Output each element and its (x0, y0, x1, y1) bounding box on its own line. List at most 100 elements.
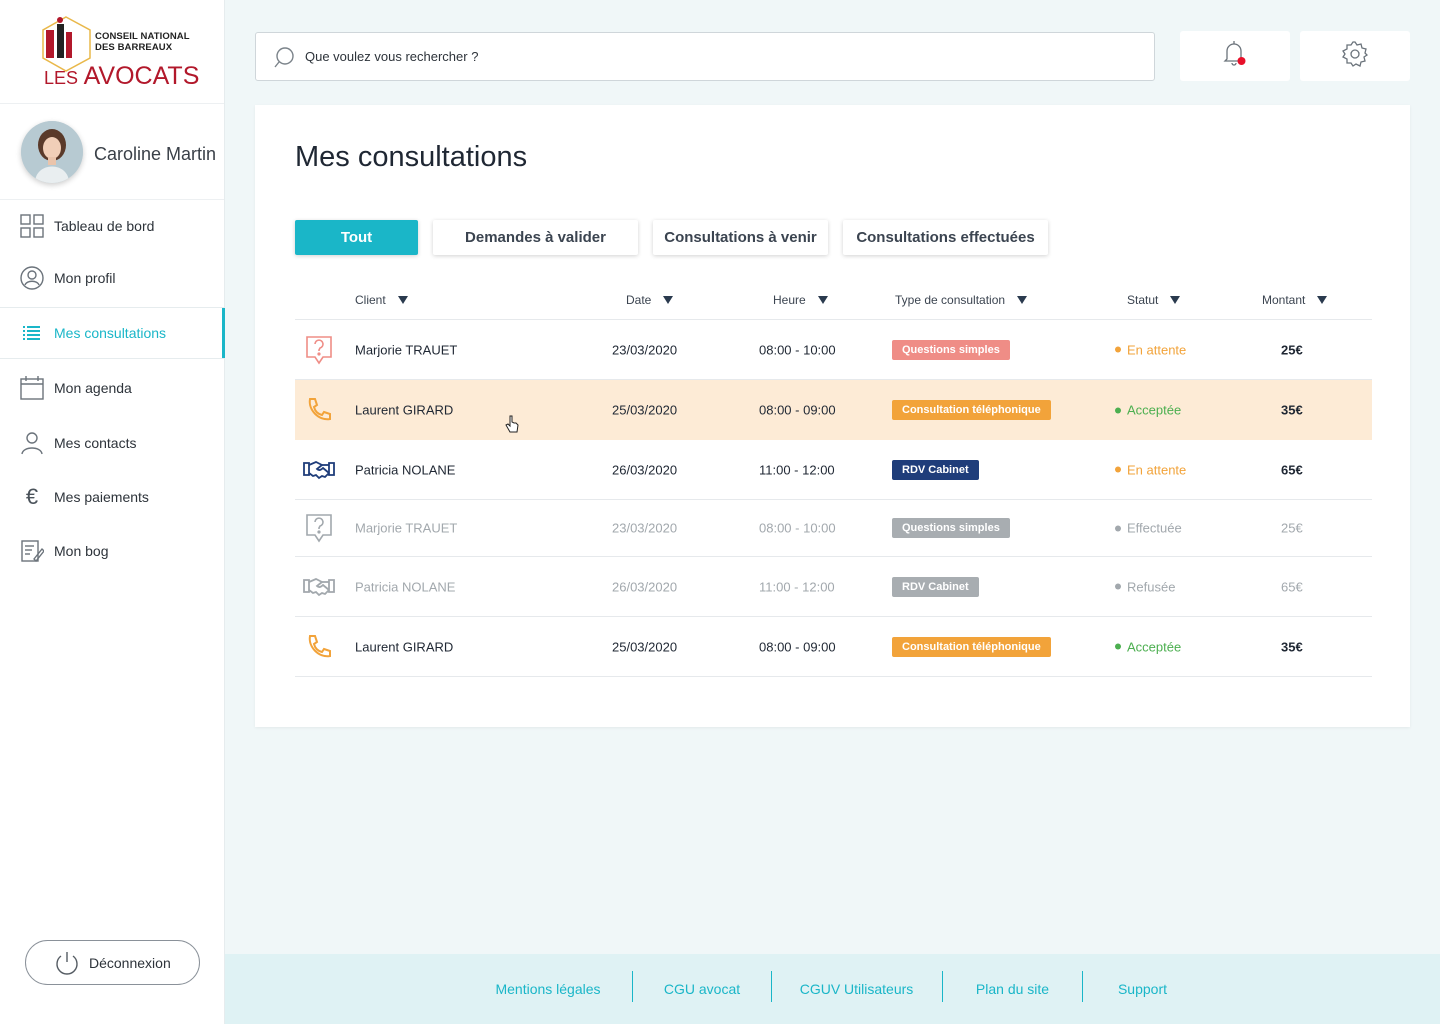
footer-divider (942, 971, 943, 1002)
client-name[interactable]: Patricia NOLANE (355, 462, 455, 477)
table-row[interactable]: Laurent GIRARD 25/03/2020 08:00 - 09:00 Con… (295, 617, 1372, 677)
sidebar-item-mon-bog[interactable]: Mon bog (0, 524, 224, 578)
status-dot-icon (1115, 525, 1121, 531)
footer-divider (771, 971, 772, 1002)
sidebar-item-mes-consultations[interactable]: Mes consultations (0, 308, 225, 358)
search-bar[interactable] (255, 32, 1155, 81)
sidebar-item-label: Mon profil (54, 270, 116, 286)
status-badge: En attente (1115, 342, 1186, 357)
client-name[interactable]: Laurent GIRARD (355, 639, 453, 654)
column-label: Client (355, 293, 386, 307)
sidebar-item-mes-paiements[interactable]: € Mes paiements (0, 470, 224, 524)
dashboard-icon (19, 213, 45, 239)
handshake-icon (303, 571, 335, 603)
consultation-date: 23/03/2020 (612, 520, 678, 536)
gear-icon (1342, 40, 1369, 72)
tab-tout[interactable]: Tout (295, 220, 418, 255)
sidebar-item-mon-agenda[interactable]: Mon agenda (0, 360, 224, 416)
tab-consultations-effectuees[interactable]: Consultations effectuées (843, 220, 1048, 255)
consultation-date: 25/03/2020 (612, 639, 678, 654)
logo-line-1: CONSEIL NATIONAL (95, 31, 190, 42)
consultation-date: 26/03/2020 (612, 579, 678, 594)
status-dot-icon (1115, 583, 1121, 590)
column-heure[interactable]: Heure (773, 293, 828, 307)
table-row[interactable]: Patricia NOLANE 26/03/2020 11:00 - 12:00 RD… (295, 440, 1372, 500)
notifications-button[interactable] (1180, 31, 1290, 81)
sidebar-item-mon-profil[interactable]: Mon profil (0, 252, 224, 304)
column-date[interactable]: Date (626, 293, 674, 307)
filter-tabs: Tout Demandes à valider Consultations à … (295, 220, 1063, 255)
search-input[interactable] (256, 33, 1154, 80)
logout-button[interactable]: Déconnexion (25, 940, 200, 985)
footer-link-mentions-legales[interactable]: Mentions légales (483, 954, 613, 1024)
client-name[interactable]: Marjorie TRAUET (355, 342, 457, 357)
logo-line-3: LES AVOCATS (44, 62, 199, 91)
logo-avocats: AVOCATS (83, 62, 200, 90)
consultation-type-badge: RDV Cabinet (892, 459, 979, 480)
status-badge: Acceptée (1115, 639, 1181, 654)
consultation-type-badge: Questions simples (892, 518, 1010, 538)
handshake-icon (303, 454, 335, 486)
table-row[interactable]: Marjorie TRAUET 23/03/2020 08:00 - 10:00 Qu… (295, 320, 1372, 380)
consultation-time: 11:00 - 12:00 (759, 462, 835, 477)
column-label: Type de consultation (895, 293, 1006, 307)
client-name[interactable]: Laurent GIRARD (355, 403, 453, 418)
sort-arrow-icon (397, 296, 408, 304)
amount: 35€ (1281, 639, 1303, 654)
consultation-time: 08:00 - 10:00 (759, 520, 836, 536)
table-row[interactable]: Laurent GIRARD 25/03/2020 08:00 - 09:00 Con… (295, 380, 1372, 440)
sidebar-item-mes-contacts[interactable]: Mes contacts (0, 416, 224, 470)
sidebar-item-label: Mes contacts (54, 435, 137, 451)
sidebar-item-label: Mon bog (54, 543, 109, 559)
euro-icon: € (25, 484, 39, 509)
profile-name[interactable]: Caroline Martin (94, 144, 216, 165)
sort-arrow-icon (1317, 296, 1328, 304)
tab-consultations-a-venir[interactable]: Consultations à venir (653, 220, 828, 255)
logo-line-2: DES BARREAUX (95, 42, 173, 53)
footer-link-support[interactable]: Support (1105, 954, 1180, 1024)
sort-arrow-icon (1170, 296, 1181, 304)
consultation-type-badge: RDV Cabinet (892, 576, 979, 597)
consultation-type-badge: Questions simples (892, 339, 1010, 360)
user-profile[interactable]: Caroline Martin (0, 104, 224, 200)
tab-demandes-a-valider[interactable]: Demandes à valider (433, 220, 638, 255)
settings-button[interactable] (1300, 31, 1410, 81)
sidebar: CONSEIL NATIONAL DES BARREAUX LES AVOCAT… (0, 0, 225, 1024)
column-montant[interactable]: Montant (1262, 293, 1328, 307)
sidebar-item-tableau-de-bord[interactable]: Tableau de bord (0, 200, 224, 252)
status-label: Acceptée (1127, 402, 1182, 418)
column-client[interactable]: Client (355, 293, 408, 307)
column-statut[interactable]: Statut (1127, 293, 1181, 307)
status-label: Refusée (1127, 579, 1176, 594)
avatar[interactable] (21, 121, 83, 183)
bell-icon (1222, 40, 1248, 73)
question-bubble-icon (303, 334, 335, 366)
table-row[interactable]: Patricia NOLANE 26/03/2020 11:00 - 12:00 RD… (295, 557, 1372, 617)
client-name[interactable]: Marjorie TRAUET (355, 521, 457, 536)
table-header: Client Date Heure Type de consultation S… (295, 281, 1372, 320)
footer-link-cgu-avocat[interactable]: CGU avocat (647, 954, 757, 1024)
logo[interactable]: CONSEIL NATIONAL DES BARREAUX LES AVOCAT… (0, 0, 224, 104)
sidebar-item-label: Mes paiements (54, 489, 149, 505)
sort-arrow-icon (1017, 296, 1028, 304)
column-label: Statut (1127, 293, 1159, 307)
amount: 65€ (1281, 579, 1303, 594)
status-badge: Refusée (1115, 579, 1175, 594)
status-badge: En attente (1115, 462, 1186, 477)
consultation-date: 26/03/2020 (612, 462, 678, 477)
sidebar-item-label: Tableau de bord (54, 218, 155, 234)
column-type[interactable]: Type de consultation (895, 293, 1028, 307)
user-circle-icon (19, 265, 45, 291)
consultation-type-badge: Consultation téléphonique (892, 400, 1051, 420)
client-name[interactable]: Patricia NOLANE (355, 579, 455, 594)
footer-link-plan-du-site[interactable]: Plan du site (960, 954, 1065, 1024)
logout-label: Déconnexion (89, 954, 171, 971)
table-row[interactable]: Marjorie TRAUET 23/03/2020 08:00 - 10:00 Qu… (295, 500, 1372, 557)
sort-arrow-icon (663, 296, 674, 304)
amount: 35€ (1281, 402, 1303, 418)
footer-link-cguv-utilisateurs[interactable]: CGUV Utilisateurs (785, 954, 928, 1024)
amount: 65€ (1281, 462, 1303, 477)
status-dot-icon (1115, 346, 1121, 353)
column-label: Heure (773, 293, 806, 307)
blog-edit-icon (19, 538, 45, 564)
